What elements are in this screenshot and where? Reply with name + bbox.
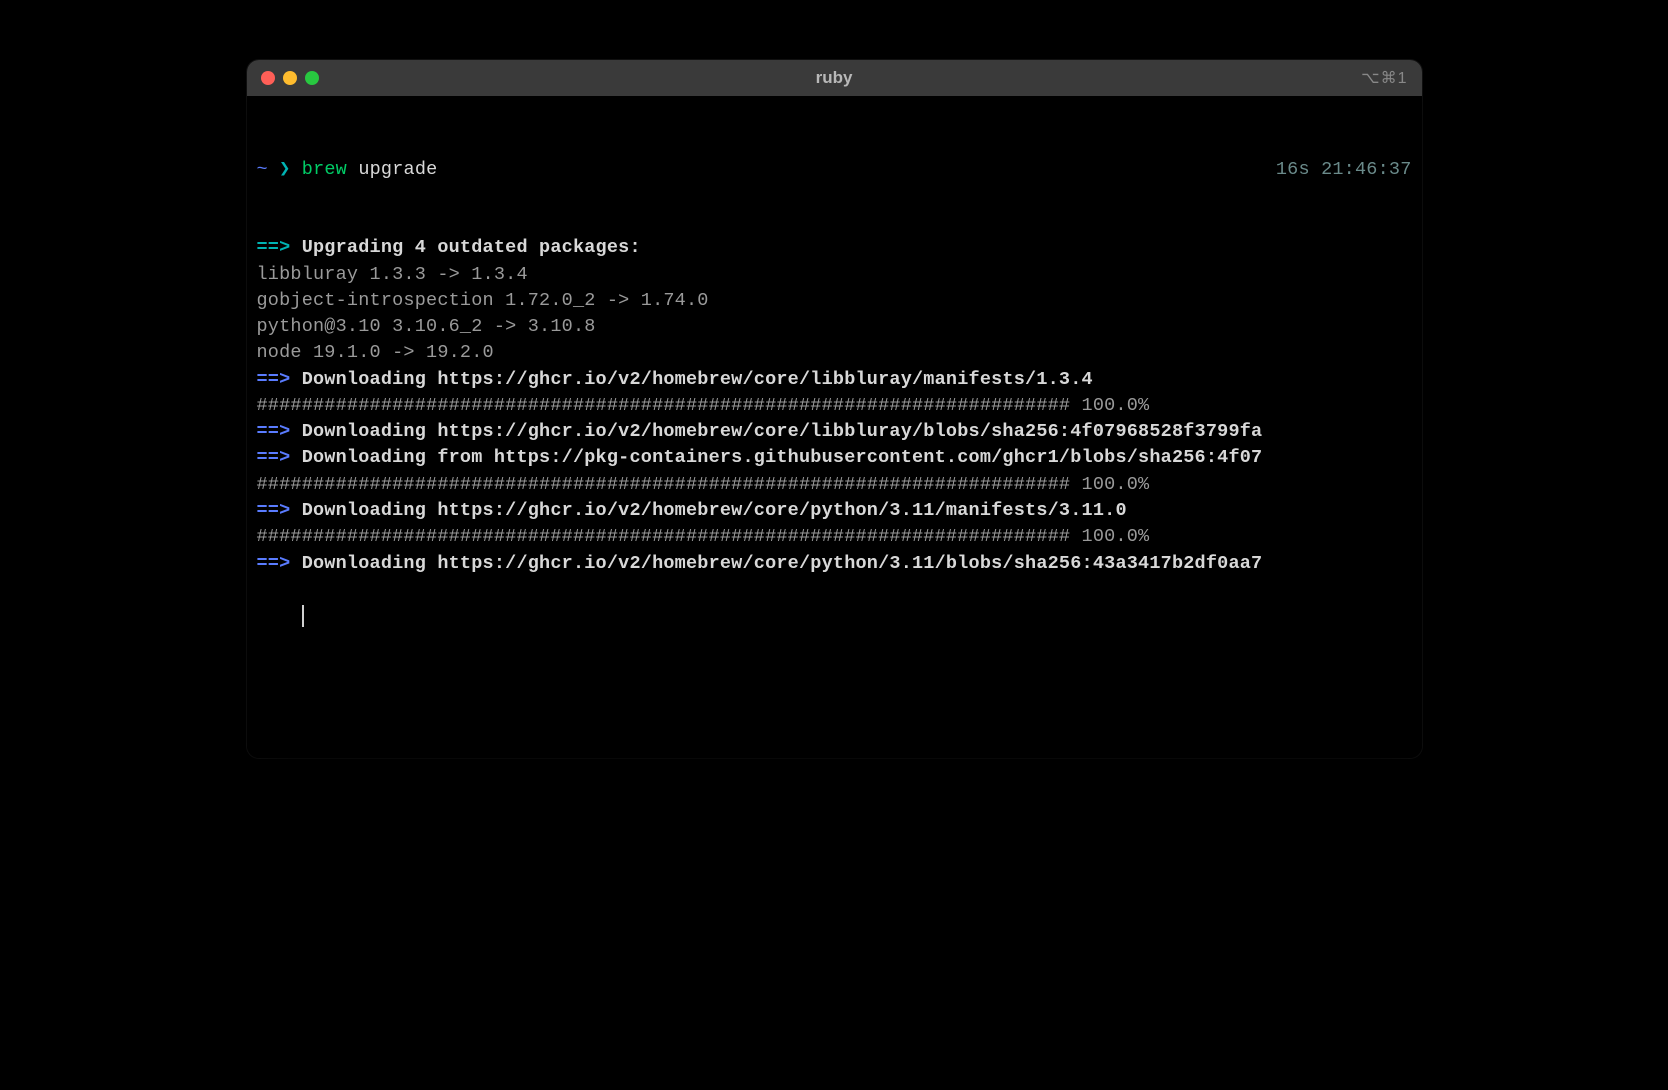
prompt-args: upgrade [358,159,437,180]
output-line: python@3.10 3.10.6_2 -> 3.10.8 [257,314,1412,340]
traffic-lights [261,71,319,85]
output-text: Downloading from https://pkg-containers.… [290,447,1262,468]
output-line: gobject-introspection 1.72.0_2 -> 1.74.0 [257,288,1412,314]
output-text: Downloading https://ghcr.io/v2/homebrew/… [290,369,1092,390]
output-line: ########################################… [257,524,1412,550]
prompt-chevron: ❯ [279,159,290,180]
output-line: ==> Downloading https://ghcr.io/v2/homeb… [257,419,1412,445]
prompt-cwd: ~ [257,159,268,180]
cursor [302,605,304,627]
output-line: ########################################… [257,472,1412,498]
prompt-line: ~ ❯ brew upgrade 16s 21:46:37 [257,157,1412,183]
output-text: Downloading https://ghcr.io/v2/homebrew/… [290,553,1262,574]
window-title: ruby [816,68,853,88]
prompt-timestamp: 16s 21:46:37 [1276,157,1412,183]
shortcut-hint: ⌥⌘1 [1361,68,1407,88]
output-line: ########################################… [257,393,1412,419]
output-text: Downloading https://ghcr.io/v2/homebrew/… [290,500,1126,521]
output-line: ==> Downloading https://ghcr.io/v2/homeb… [257,367,1412,393]
output-line: ==> Upgrading 4 outdated packages: [257,235,1412,261]
arrow-indicator: ==> [257,553,291,574]
output-line: libbluray 1.3.3 -> 1.3.4 [257,262,1412,288]
maximize-button[interactable] [305,71,319,85]
close-button[interactable] [261,71,275,85]
arrow-indicator: ==> [257,421,291,442]
arrow-indicator: ==> [257,369,291,390]
arrow-indicator: ==> [257,237,291,258]
output-text: Upgrading 4 outdated packages: [290,237,640,258]
terminal-content[interactable]: ~ ❯ brew upgrade 16s 21:46:37 ==> Upgrad… [247,96,1422,758]
output-line: ==> Downloading https://ghcr.io/v2/homeb… [257,551,1412,577]
minimize-button[interactable] [283,71,297,85]
terminal-window: ruby ⌥⌘1 ~ ❯ brew upgrade 16s 21:46:37 =… [247,60,1422,758]
terminal-output: ==> Upgrading 4 outdated packages:libblu… [257,235,1412,576]
prompt-command: brew [302,159,347,180]
output-line: node 19.1.0 -> 19.2.0 [257,340,1412,366]
output-text: Downloading https://ghcr.io/v2/homebrew/… [290,421,1262,442]
output-line: ==> Downloading https://ghcr.io/v2/homeb… [257,498,1412,524]
title-bar: ruby ⌥⌘1 [247,60,1422,96]
arrow-indicator: ==> [257,500,291,521]
arrow-indicator: ==> [257,447,291,468]
output-line: ==> Downloading from https://pkg-contain… [257,445,1412,471]
